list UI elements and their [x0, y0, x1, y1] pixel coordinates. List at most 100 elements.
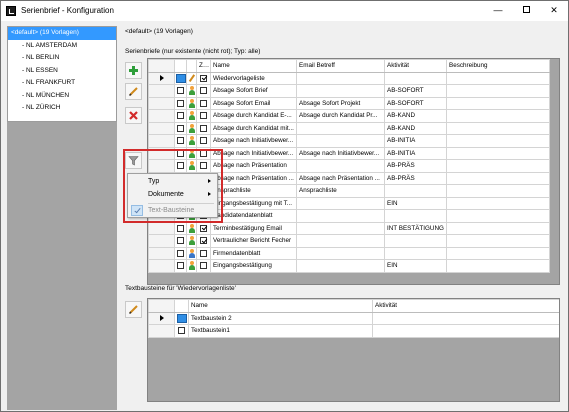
- zus-cell[interactable]: [196, 96, 211, 110]
- close-button[interactable]: ✕: [541, 3, 567, 18]
- zus-checkbox[interactable]: [200, 112, 207, 120]
- row-header[interactable]: [148, 71, 175, 85]
- icon-column-header[interactable]: [186, 59, 197, 73]
- table-row[interactable]: Absage nach Präsentation AB-PRÄS: [148, 159, 550, 173]
- zus-cell[interactable]: [196, 121, 211, 135]
- select-cell[interactable]: [174, 259, 187, 273]
- row-header[interactable]: [148, 134, 175, 148]
- zus-checkbox[interactable]: [200, 237, 207, 245]
- add-button[interactable]: [125, 62, 142, 79]
- select-checkbox[interactable]: [177, 162, 184, 170]
- table-row[interactable]: Textbaustein 2: [148, 311, 559, 325]
- table-row[interactable]: Textbaustein1: [148, 324, 559, 338]
- zus-cell[interactable]: [196, 259, 211, 273]
- select-cell[interactable]: [174, 246, 187, 260]
- select-checkbox[interactable]: [177, 137, 184, 145]
- zus-checkbox[interactable]: [200, 149, 207, 157]
- select-cell[interactable]: [174, 159, 187, 173]
- row-header[interactable]: [148, 109, 175, 123]
- sidebar-item-essen[interactable]: - NL ESSEN: [8, 65, 116, 78]
- zus-checkbox[interactable]: [200, 262, 207, 270]
- row-header[interactable]: [148, 84, 175, 98]
- column-header-aktivitaet[interactable]: Aktivität: [372, 299, 559, 313]
- zus-cell[interactable]: [196, 234, 211, 248]
- sidebar-item-muenchen[interactable]: - NL MÜNCHEN: [8, 90, 116, 103]
- select-cell[interactable]: [174, 134, 187, 148]
- maximize-button[interactable]: [513, 3, 539, 18]
- table-row[interactable]: Firmendatenblatt: [148, 246, 550, 260]
- table-row[interactable]: Terminbestätigung Email INT BESTÄTIGUNG: [148, 221, 550, 235]
- row-header[interactable]: [148, 259, 175, 273]
- column-header-zus[interactable]: Zus.: [196, 59, 211, 73]
- zus-checkbox[interactable]: [200, 249, 207, 257]
- select-column-header[interactable]: [174, 59, 187, 73]
- select-checkbox[interactable]: [177, 99, 184, 107]
- zus-checkbox[interactable]: [200, 87, 207, 95]
- select-cell[interactable]: [174, 311, 189, 325]
- table-row[interactable]: Absage nach Initiativbewer... AB-INITIA: [148, 134, 550, 148]
- row-header[interactable]: [148, 146, 175, 160]
- column-header-name[interactable]: Name: [210, 59, 297, 73]
- zus-checkbox[interactable]: [200, 162, 207, 170]
- row-header[interactable]: [148, 324, 175, 338]
- minimize-button[interactable]: —: [485, 3, 511, 18]
- zus-checkbox[interactable]: [200, 74, 207, 82]
- textbausteine-grid[interactable]: Name Aktivität Textbaustein 2 Textbaustei…: [147, 298, 560, 402]
- table-row[interactable]: Absage Sofort Brief AB-SOFORT: [148, 84, 550, 98]
- row-header[interactable]: [148, 96, 175, 110]
- zus-cell[interactable]: [196, 134, 211, 148]
- table-row[interactable]: Absage durch Kandidat E-... Absage durch …: [148, 109, 550, 123]
- row-header[interactable]: [148, 234, 175, 248]
- table-row[interactable]: Eingangsbestätigung EIN: [148, 259, 550, 273]
- zus-cell[interactable]: [196, 221, 211, 235]
- serienbriefe-grid[interactable]: Zus. Name Email Betreff Aktivität Beschr…: [147, 58, 560, 285]
- select-cell[interactable]: [174, 234, 187, 248]
- zus-cell[interactable]: [196, 146, 211, 160]
- zus-cell[interactable]: [196, 159, 211, 173]
- zus-cell[interactable]: [196, 109, 211, 123]
- row-header[interactable]: [148, 246, 175, 260]
- select-checkbox[interactable]: [177, 237, 184, 245]
- edit-button[interactable]: [125, 83, 142, 100]
- select-cell[interactable]: [174, 221, 187, 235]
- table-row[interactable]: Wiedervorlageliste: [148, 71, 550, 85]
- select-cell[interactable]: [174, 146, 187, 160]
- zus-cell[interactable]: [196, 71, 211, 85]
- select-checkbox[interactable]: [177, 262, 184, 270]
- zus-checkbox[interactable]: [200, 224, 207, 232]
- select-checkbox[interactable]: [177, 149, 184, 157]
- edit-textbaustein-button[interactable]: [125, 301, 142, 318]
- zus-checkbox[interactable]: [200, 99, 207, 107]
- row-header[interactable]: [148, 311, 175, 325]
- select-checkbox[interactable]: [177, 224, 184, 232]
- select-cell[interactable]: [174, 324, 189, 338]
- sidebar-item-amsterdam[interactable]: - NL AMSTERDAM: [8, 40, 116, 53]
- select-checkbox[interactable]: [178, 327, 185, 335]
- select-checkbox[interactable]: [177, 124, 184, 132]
- select-cell[interactable]: [174, 84, 187, 98]
- select-checkbox[interactable]: [177, 87, 184, 95]
- column-header-aktivitaet[interactable]: Aktivität: [384, 59, 447, 73]
- zus-checkbox[interactable]: [200, 124, 207, 132]
- zus-checkbox[interactable]: [200, 137, 207, 145]
- table-row[interactable]: Absage Sofort Email Absage Sofort Projekt…: [148, 96, 550, 110]
- sidebar-item-berlin[interactable]: - NL BERLIN: [8, 52, 116, 65]
- sidebar-item-zuerich[interactable]: - NL ZÜRICH: [8, 102, 116, 115]
- zus-cell[interactable]: [196, 246, 211, 260]
- table-row[interactable]: Vertraulicher Bericht Fecher: [148, 234, 550, 248]
- column-header-beschreibung[interactable]: Beschreibung: [446, 59, 550, 73]
- select-cell[interactable]: [174, 109, 187, 123]
- zus-cell[interactable]: [196, 84, 211, 98]
- sidebar-item-default[interactable]: <default> (19 Vorlagen): [8, 27, 116, 40]
- row-header[interactable]: [148, 159, 175, 173]
- delete-button[interactable]: [125, 107, 142, 124]
- column-header-name[interactable]: Name: [188, 299, 373, 313]
- menu-item-dokumente[interactable]: Dokumente: [128, 188, 217, 201]
- menu-item-text-bausteine[interactable]: Text-Bausteine: [128, 204, 217, 217]
- select-cell[interactable]: [174, 71, 187, 85]
- select-checkbox[interactable]: [177, 112, 184, 120]
- select-cell[interactable]: [174, 96, 187, 110]
- sidebar-item-frankfurt[interactable]: - NL FRANKFURT: [8, 77, 116, 90]
- row-header[interactable]: [148, 221, 175, 235]
- filter-button[interactable]: [125, 152, 142, 169]
